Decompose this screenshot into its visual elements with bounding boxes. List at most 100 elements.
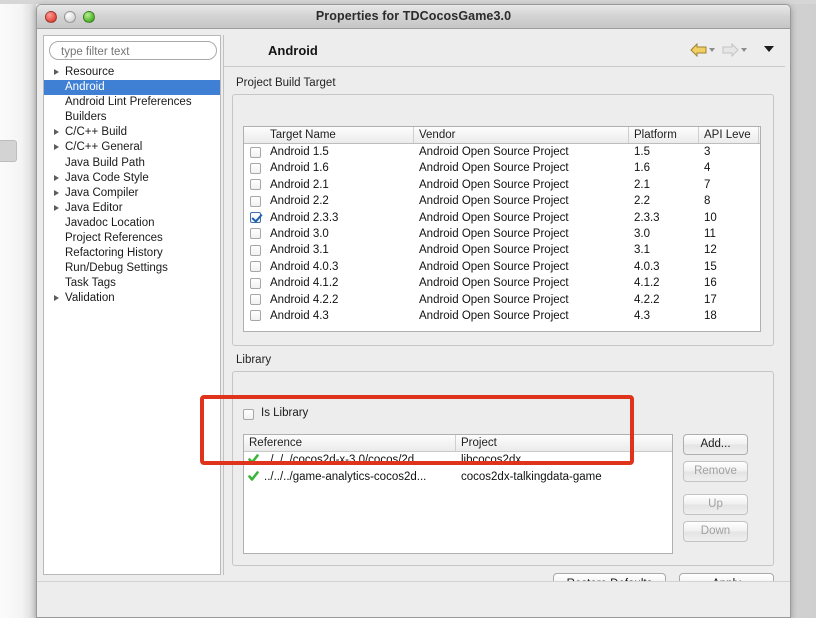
api-level-cell: 11 (704, 227, 716, 240)
expand-arrow-icon[interactable] (54, 129, 59, 136)
sidebar-item-c-c-general[interactable]: C/C++ General (44, 140, 220, 155)
table-row[interactable]: Android 4.1.2 Android Open Source Project… (244, 275, 760, 291)
library-row[interactable]: ../../../cocos2d-x-3.0/cocos/2d... libcoc… (244, 452, 672, 469)
sidebar-item-java-compiler[interactable]: Java Compiler (44, 186, 220, 201)
table-row[interactable]: Android 3.1 Android Open Source Project 3.… (244, 242, 760, 258)
sidebar-item-project-references[interactable]: Project References (44, 231, 220, 246)
build-target-table[interactable]: Target Name Vendor Platform API Leve And… (243, 126, 761, 332)
target-checkbox[interactable] (250, 310, 261, 322)
reference-label: ../../../game-analytics-cocos2d... (264, 470, 427, 483)
table-row[interactable]: Android 4.3 Android Open Source Project 4.… (244, 308, 760, 324)
table-row[interactable]: Android 2.3.3 Android Open Source Project… (244, 210, 760, 226)
target-name-label: Android 1.5 (270, 146, 329, 158)
column-header-api-level[interactable]: API Leve (699, 127, 759, 143)
table-row[interactable]: Android 1.5 Android Open Source Project 1.… (244, 144, 760, 160)
column-header-target-name[interactable]: Target Name (244, 127, 414, 143)
target-name-cell: Android 4.2.2 (244, 292, 414, 308)
expand-arrow-icon[interactable] (54, 69, 59, 75)
table-row[interactable]: Android 2.1 Android Open Source Project 2.… (244, 177, 760, 193)
library-references-table[interactable]: Reference Project ../../../cocos2d-x-3.0… (243, 434, 673, 554)
sidebar-item-c-c-build[interactable]: C/C++ Build (44, 125, 220, 140)
vendor-cell: Android Open Source Project (419, 227, 569, 240)
platform-cell: 2.3.3 (634, 211, 660, 224)
sidebar-item-java-code-style[interactable]: Java Code Style (44, 171, 220, 186)
expand-arrow-icon[interactable] (54, 295, 59, 302)
library-row[interactable]: ../../../game-analytics-cocos2d... cocos2… (244, 469, 672, 486)
expand-arrow-icon[interactable] (54, 204, 59, 211)
add-button[interactable]: Add... (683, 434, 748, 455)
api-level-cell: 15 (704, 260, 717, 273)
sidebar-item-label: C/C++ General (65, 141, 143, 154)
api-level-cell: 16 (704, 277, 717, 290)
api-level-cell: 10 (704, 211, 717, 224)
platform-cell: 2.2 (634, 195, 650, 208)
column-header-reference[interactable]: Reference (244, 435, 456, 451)
sidebar-item-task-tags[interactable]: Task Tags (44, 276, 220, 291)
platform-cell: 4.3 (634, 309, 650, 322)
sidebar-item-android[interactable]: Android (44, 80, 220, 96)
green-check-icon (248, 470, 259, 482)
target-name-cell: Android 4.0.3 (244, 259, 414, 275)
api-level-cell: 17 (704, 293, 717, 306)
target-checkbox[interactable] (250, 261, 261, 273)
page-header: Android (224, 35, 785, 67)
expand-arrow-icon[interactable] (54, 144, 59, 151)
sidebar-item-label: Task Tags (65, 277, 116, 290)
is-library-checkbox[interactable] (243, 409, 254, 420)
table-row[interactable]: Android 2.2 Android Open Source Project 2.… (244, 193, 760, 209)
vendor-cell: Android Open Source Project (419, 293, 569, 306)
sidebar-item-run-debug-settings[interactable]: Run/Debug Settings (44, 261, 220, 276)
table-row[interactable]: Android 3.0 Android Open Source Project 3.… (244, 226, 760, 242)
dialog-titlebar[interactable]: Properties for TDCocosGame3.0 (37, 5, 790, 29)
sidebar-item-java-editor[interactable]: Java Editor (44, 201, 220, 216)
dropdown-arrow-icon[interactable] (764, 46, 774, 52)
api-level-cell: 3 (704, 146, 711, 158)
expand-arrow-icon[interactable] (54, 174, 59, 181)
desktop-edge-tab[interactable] (0, 140, 17, 162)
vendor-cell: Android Open Source Project (419, 178, 569, 191)
vendor-cell: Android Open Source Project (419, 211, 569, 224)
sidebar-item-android-lint-preferences[interactable]: Android Lint Preferences (44, 95, 220, 110)
column-header-project[interactable]: Project (456, 435, 666, 451)
remove-button[interactable]: Remove (683, 461, 748, 482)
filter-input[interactable] (49, 41, 217, 60)
sidebar-item-builders[interactable]: Builders (44, 110, 220, 125)
table-row[interactable]: Android 4.0.3 Android Open Source Project… (244, 259, 760, 275)
library-group: Is Library Reference Project ../../../co… (232, 371, 774, 566)
reference-label: ../../../cocos2d-x-3.0/cocos/2d... (264, 454, 424, 466)
target-checkbox[interactable] (250, 277, 261, 289)
back-arrow-icon[interactable] (690, 42, 707, 62)
column-header-platform[interactable]: Platform (629, 127, 699, 143)
target-checkbox[interactable] (250, 179, 261, 191)
target-checkbox[interactable] (250, 195, 261, 207)
sidebar-item-refactoring-history[interactable]: Refactoring History (44, 246, 220, 261)
down-button[interactable]: Down (683, 521, 748, 542)
target-name-cell: Android 2.3.3 (244, 210, 414, 226)
target-checkbox[interactable] (250, 146, 261, 158)
sidebar-item-validation[interactable]: Validation (44, 291, 220, 306)
table-row[interactable]: Android 1.6 Android Open Source Project 1.… (244, 160, 760, 176)
platform-cell: 3.0 (634, 227, 650, 240)
up-button[interactable]: Up (683, 494, 748, 515)
back-dropdown-icon[interactable] (709, 48, 715, 52)
sidebar-item-label: Builders (65, 111, 107, 124)
sidebar-item-label: Android (65, 81, 105, 94)
target-checkbox[interactable] (250, 228, 261, 240)
sidebar-item-label: Javadoc Location (65, 216, 155, 229)
table-row[interactable]: Android 4.2.2 Android Open Source Project… (244, 292, 760, 308)
column-header-vendor[interactable]: Vendor (414, 127, 629, 143)
settings-tree: Resource Android Android Lint Preferences B… (44, 65, 220, 307)
navigation-icons (690, 41, 775, 59)
vendor-cell: Android Open Source Project (419, 260, 569, 273)
sidebar-item-javadoc-location[interactable]: Javadoc Location (44, 216, 220, 231)
forward-dropdown-icon[interactable] (741, 48, 747, 52)
api-level-cell: 12 (704, 244, 717, 257)
sidebar-item-label: Run/Debug Settings (65, 262, 168, 275)
sidebar-item-resource[interactable]: Resource (44, 65, 220, 80)
target-checkbox[interactable] (250, 162, 261, 174)
target-checkbox[interactable] (250, 244, 261, 256)
target-checkbox[interactable] (250, 294, 261, 306)
target-checkbox[interactable] (250, 212, 261, 224)
sidebar-item-java-build-path[interactable]: Java Build Path (44, 156, 220, 171)
expand-arrow-icon[interactable] (54, 189, 59, 196)
